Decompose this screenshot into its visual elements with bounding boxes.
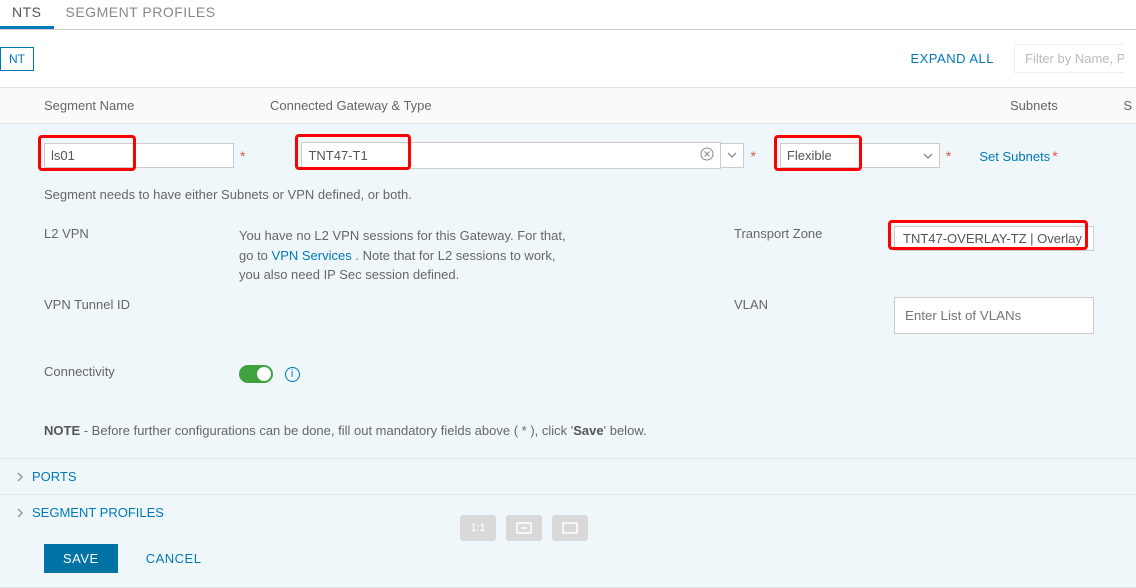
save-button[interactable]: SAVE — [44, 544, 118, 573]
toolbar: NT EXPAND ALL Filter by Name, Path o — [0, 30, 1136, 87]
expander-ports[interactable]: PORTS — [0, 458, 1136, 494]
set-subnets-link[interactable]: Set Subnets* — [979, 148, 1057, 164]
cancel-button[interactable]: CANCEL — [146, 551, 202, 566]
info-icon[interactable]: i — [285, 367, 300, 382]
transport-zone-label: Transport Zone — [734, 226, 894, 241]
filter-input[interactable]: Filter by Name, Path o — [1014, 44, 1124, 73]
vlan-label: VLAN — [734, 297, 894, 312]
chevron-right-icon — [16, 508, 24, 518]
tab-segment-profiles[interactable]: SEGMENT PROFILES — [54, 0, 228, 26]
type-value: Flexible — [787, 148, 923, 163]
col-header-s: S — [1123, 98, 1136, 113]
gateway-chevron[interactable] — [721, 143, 744, 168]
vpn-services-link[interactable]: VPN Services — [272, 248, 352, 263]
mandatory-note: NOTE - Before further configurations can… — [0, 403, 1136, 458]
connectivity-toggle[interactable] — [239, 365, 273, 383]
tab-bar: NTS SEGMENT PROFILES — [0, 0, 1136, 30]
zoom-screen-button[interactable] — [552, 515, 588, 541]
l2vpn-label: L2 VPN — [44, 226, 239, 241]
nt-button[interactable]: NT — [0, 47, 34, 71]
gateway-dropdown[interactable]: TNT47-T1 — [301, 142, 721, 169]
col-header-subnets: Subnets — [1000, 98, 1058, 113]
zoom-controls: 1:1 — [460, 515, 588, 541]
required-asterisk: * — [240, 148, 245, 164]
l2vpn-text: You have no L2 VPN sessions for this Gat… — [239, 226, 574, 285]
column-headers: Segment Name Connected Gateway & Type Su… — [0, 87, 1136, 124]
zoom-1to1-button[interactable]: 1:1 — [460, 515, 496, 541]
segment-name-input[interactable] — [44, 143, 234, 168]
subnet-note: Segment needs to have either Subnets or … — [0, 187, 1136, 220]
type-dropdown[interactable]: Flexible — [780, 143, 940, 168]
zoom-fit-button[interactable] — [506, 515, 542, 541]
col-header-gateway: Connected Gateway & Type — [270, 98, 750, 113]
required-asterisk: * — [750, 148, 755, 164]
expand-all-link[interactable]: EXPAND ALL — [910, 51, 994, 66]
clear-icon[interactable] — [700, 147, 714, 164]
chevron-right-icon — [16, 472, 24, 482]
col-header-name: Segment Name — [20, 98, 270, 113]
transport-zone-value: TNT47-OVERLAY-TZ | Overlay — [894, 226, 1094, 251]
gateway-value: TNT47-T1 — [308, 148, 700, 163]
connectivity-label: Connectivity — [44, 364, 239, 379]
vlan-input[interactable] — [894, 297, 1094, 334]
required-asterisk: * — [946, 148, 951, 164]
vpn-tunnel-id-label: VPN Tunnel ID — [44, 297, 239, 312]
tab-segments[interactable]: NTS — [0, 0, 54, 29]
